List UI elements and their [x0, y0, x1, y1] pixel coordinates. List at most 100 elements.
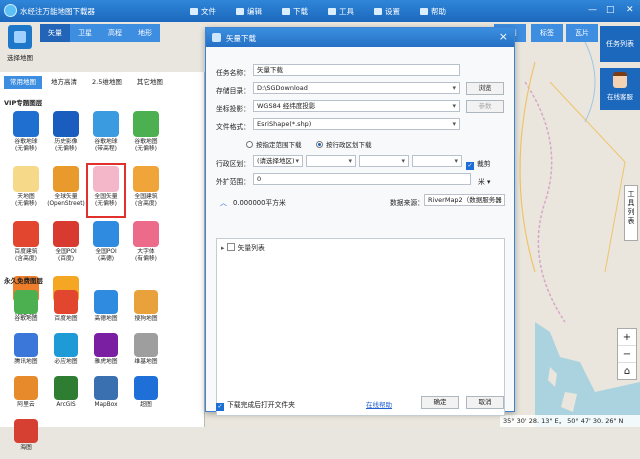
layer-name: 历史影像 [54, 139, 78, 145]
layer-name: 全国POI [95, 249, 117, 255]
layer-name: 阿里云 [17, 402, 35, 408]
cancel-button[interactable]: 取消 [466, 396, 504, 409]
store-dir-field[interactable]: D:\SGDownload [253, 82, 460, 94]
zoom-out-button[interactable]: − [618, 346, 636, 363]
vip-layer-item[interactable]: 百度建筑 (含高度) [6, 218, 46, 273]
params-button[interactable]: 参数 [466, 100, 504, 113]
ok-button[interactable]: 确定 [421, 396, 459, 409]
tab-vector[interactable]: 矢量 [40, 24, 70, 42]
free-layer-item[interactable]: 必应地图 [46, 330, 86, 373]
task-list-button[interactable]: 任务列表 [600, 26, 640, 62]
tree-item[interactable]: ▸ 矢量列表 [221, 242, 265, 252]
checkbox-checked-icon: ✓ [216, 403, 224, 411]
free-layer-item[interactable]: 谷歌地图 [6, 287, 46, 330]
menu-settings[interactable]: 设置 [374, 6, 400, 17]
free-layer-item[interactable]: ArcGIS [46, 373, 86, 416]
select-map-button[interactable]: 选择地图 [4, 25, 36, 67]
open-folder-checkbox[interactable]: ✓ 下载完成后打开文件夹 [216, 399, 295, 411]
layer-note: (无偏移) [135, 146, 157, 152]
province-select[interactable]: (请选择地区) [253, 155, 303, 167]
tab-elevation[interactable]: 高程 [100, 24, 130, 42]
tab-local-hd[interactable]: 地方高清 [45, 76, 83, 89]
browse-button[interactable]: 浏览 [466, 82, 504, 95]
vip-layer-item[interactable]: 谷歌地图 (无偏移) [126, 108, 166, 163]
tab-other-maps[interactable]: 其它地图 [131, 76, 169, 89]
free-layer-item[interactable]: 高德地图 [86, 287, 126, 330]
dialog-title: 矢量下载 [226, 34, 256, 43]
projection-select[interactable]: WGS84 经纬度投影 [253, 100, 460, 112]
vip-layer-item[interactable]: 全球矢量 (OpenStreet) [46, 163, 86, 218]
close-button[interactable]: ✕ [626, 5, 634, 15]
online-service-label: 在线客服 [607, 93, 633, 101]
tab-labels[interactable]: 标签 [531, 24, 563, 42]
vip-layer-item[interactable]: 全国POI (百度) [46, 218, 86, 273]
layer-note: (无偏移) [15, 201, 37, 207]
free-layer-item[interactable]: 超图 [126, 373, 166, 416]
vip-layer-item[interactable]: 历史影像 (无偏移) [46, 108, 86, 163]
extend-unit-select[interactable]: 米 ▾ [478, 176, 490, 186]
vip-layer-item[interactable]: 全国矢量 (无偏移) [86, 163, 126, 218]
tab-terrain[interactable]: 地形 [130, 24, 160, 42]
file-icon [190, 8, 198, 15]
vip-layer-item[interactable]: 全国POI (高德) [86, 218, 126, 273]
county-select[interactable] [359, 155, 409, 167]
vip-layer-item[interactable]: 大字体 (有偏移) [126, 218, 166, 273]
layer-name: 百度建筑 [14, 249, 38, 255]
clip-checkbox[interactable]: ✓ 裁剪 [466, 158, 491, 170]
free-layer-item[interactable]: 海图 [6, 416, 46, 459]
expand-icon[interactable]: ︿ [220, 197, 227, 207]
format-select[interactable]: EsriShape(*.shp) [253, 118, 460, 130]
projection-label: 坐标投影： [216, 105, 250, 113]
free-layer-item[interactable]: 腾讯地图 [6, 330, 46, 373]
vip-layer-item[interactable]: 全国建筑 (含高度) [126, 163, 166, 218]
road-line [519, 61, 536, 273]
vip-layer-item[interactable]: 天地图 (无偏移) [6, 163, 46, 218]
free-layer-item[interactable]: 百度地图 [46, 287, 86, 330]
map-layer-icon [94, 376, 118, 400]
map-layer-icon [54, 333, 78, 357]
free-layer-item[interactable]: 雅虎地图 [86, 330, 126, 373]
map-layer-icon [53, 111, 79, 137]
menu-tools[interactable]: 工具 [328, 6, 354, 17]
maximize-button[interactable]: □ [606, 5, 615, 15]
free-layer-item[interactable]: 维基地图 [126, 330, 166, 373]
map-select-icon [8, 25, 32, 49]
menu-download[interactable]: 下载 [282, 6, 308, 17]
vip-layer-item[interactable]: 谷歌地球 (无偏移) [6, 108, 46, 163]
download-icon [282, 8, 290, 15]
range-download-radio[interactable]: 按指定范围下载 [246, 139, 302, 149]
menu-file[interactable]: 文件 [190, 6, 216, 17]
source-select[interactable]: RiverMap2（数据服务器 [424, 194, 505, 206]
layer-note: (含高度) [15, 256, 37, 262]
free-layer-item[interactable]: MapBox [86, 373, 126, 416]
layer-name: 大字体 [137, 249, 155, 255]
layer-name: 百度地图 [54, 316, 78, 322]
tools-list-button[interactable]: 工具列表 [624, 185, 638, 241]
layer-name: 高德地图 [94, 316, 118, 322]
home-button[interactable]: ⌂ [618, 363, 636, 380]
tab-satellite[interactable]: 卫星 [70, 24, 100, 42]
tab-common-maps[interactable]: 常用地图 [4, 76, 42, 89]
store-dir-label: 存储目录： [216, 87, 250, 95]
layer-name: 维基地图 [134, 359, 158, 365]
dialog-close-button[interactable]: × [499, 30, 508, 43]
tab-tiles[interactable]: 瓦片 [566, 24, 598, 42]
city-select[interactable] [306, 155, 356, 167]
region-label: 行政区划： [216, 160, 250, 168]
menu-edit[interactable]: 编辑 [236, 6, 262, 17]
free-layer-item[interactable]: 搜狗地图 [126, 287, 166, 330]
tab-2-5d-maps[interactable]: 2.5维地图 [86, 76, 128, 89]
town-select[interactable] [412, 155, 462, 167]
zoom-in-button[interactable]: + [618, 329, 636, 346]
online-service-button[interactable]: 在线客服 [600, 68, 640, 110]
layer-name: 全国POI [55, 249, 77, 255]
task-name-field[interactable]: 矢量下载 [253, 64, 460, 76]
free-layer-item[interactable]: 阿里云 [6, 373, 46, 416]
extend-range-field[interactable]: 0 [253, 173, 471, 185]
minimize-button[interactable]: — [588, 5, 597, 15]
free-section-header: 永久免费图层 [4, 277, 43, 285]
admin-download-radio[interactable]: 按行政区划下载 [316, 139, 372, 149]
menu-help[interactable]: 帮助 [420, 6, 446, 17]
vip-layer-item[interactable]: 谷歌地球 (带高程) [86, 108, 126, 163]
online-help-link[interactable]: 在线帮助 [366, 399, 392, 409]
